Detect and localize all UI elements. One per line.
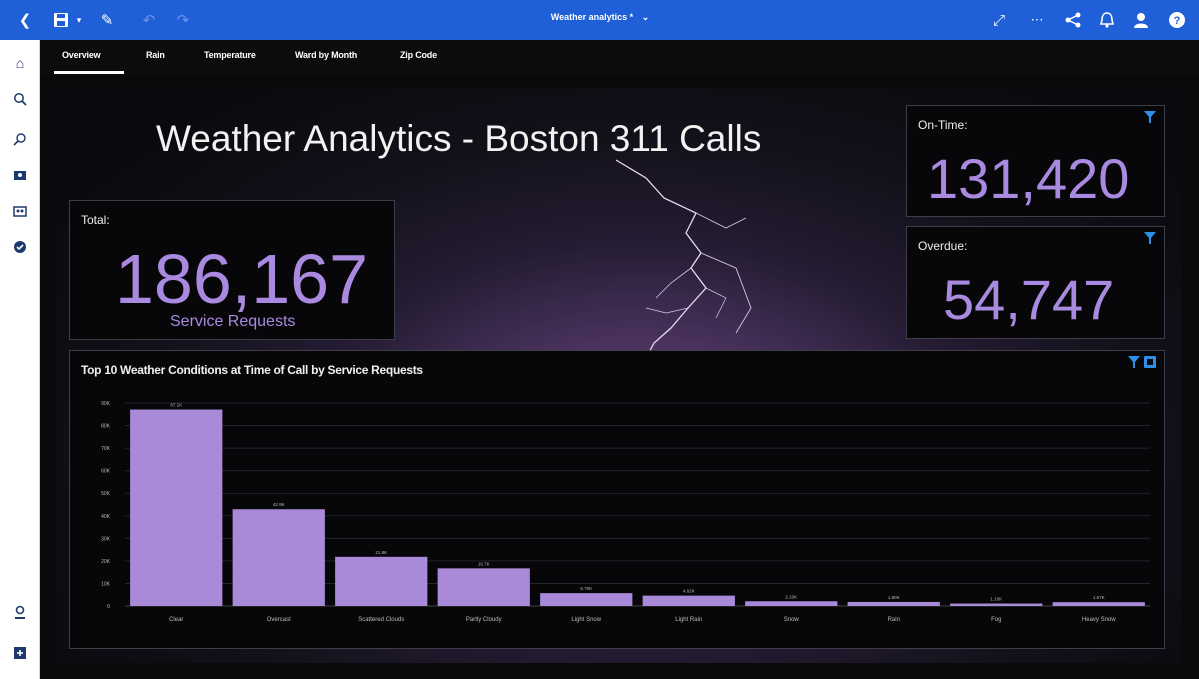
bell-icon[interactable] <box>1096 9 1118 31</box>
bar-value-label: 42.9K <box>273 502 285 507</box>
y-tick-label: 30K <box>101 536 111 542</box>
on-time-label: On-Time: <box>918 118 968 132</box>
bar-clear[interactable] <box>130 409 223 606</box>
on-time-panel[interactable]: On-Time: 131,420 <box>906 105 1165 217</box>
manage-icon[interactable] <box>9 602 31 624</box>
x-category-label: Partly Cloudy <box>466 617 502 623</box>
svg-text:?: ? <box>1174 15 1181 27</box>
team-content-icon[interactable] <box>9 200 31 222</box>
expand-icon[interactable]: ⤢ <box>988 9 1010 31</box>
y-tick-label: 70K <box>101 446 111 452</box>
x-category-label: Snow <box>784 617 800 623</box>
bar-overcast[interactable] <box>232 509 325 606</box>
y-tick-label: 80K <box>101 424 111 430</box>
bar-light-snow[interactable] <box>540 593 633 606</box>
chevron-down-icon[interactable]: ⌄ <box>642 12 650 22</box>
y-tick-label: 60K <box>101 469 111 475</box>
x-category-label: Rain <box>888 617 900 623</box>
undo-icon[interactable]: ↶ <box>138 9 160 31</box>
bar-value-label: 1.80K <box>888 595 900 600</box>
y-tick-label: 0 <box>107 604 110 610</box>
help-icon[interactable]: ? <box>1166 9 1188 31</box>
home-icon[interactable]: ⌂ <box>9 52 31 74</box>
bar-heavy-snow[interactable] <box>1052 602 1145 606</box>
filter-icon[interactable] <box>1144 232 1156 244</box>
user-icon[interactable] <box>1130 9 1152 31</box>
y-tick-label: 50K <box>101 491 111 497</box>
chevron-down-icon[interactable]: ▾ <box>68 9 90 31</box>
dashboard-canvas: Weather Analytics - Boston 311 Calls Tot… <box>56 88 1181 663</box>
y-tick-label: 20K <box>101 559 111 565</box>
bar-value-label: 5.70K <box>580 586 592 591</box>
x-category-label: Heavy Snow <box>1082 617 1116 623</box>
x-category-label: Fog <box>991 617 1001 623</box>
tab-zip-code[interactable]: Zip Code <box>400 50 437 60</box>
bar-value-label: 4.62K <box>683 589 695 594</box>
x-category-label: Light Snow <box>571 617 601 623</box>
bar-partly-cloudy[interactable] <box>437 568 530 606</box>
chart-panel[interactable]: Top 10 Weather Conditions at Time of Cal… <box>69 350 1165 649</box>
pencil-icon[interactable]: ✎ <box>96 9 118 31</box>
collapse-icon[interactable]: ❮ <box>14 9 36 31</box>
tab-rain[interactable]: Rain <box>146 50 165 60</box>
total-panel[interactable]: Total: 186,167 Service Requests <box>69 200 395 340</box>
bar-value-label: 1.10K <box>990 597 1002 602</box>
redo-icon[interactable]: ↷ <box>172 9 194 31</box>
dashboard-title[interactable]: Weather analytics * ⌄ <box>520 12 680 23</box>
bar-rain[interactable] <box>847 601 940 606</box>
dashboard-area: Overview Rain Temperature Ward by Month … <box>40 40 1199 679</box>
total-sub-label: Service Requests <box>170 313 296 330</box>
bar-snow[interactable] <box>745 601 838 606</box>
new-icon[interactable] <box>9 642 31 664</box>
total-value: 186,167 <box>115 240 369 318</box>
search-icon[interactable] <box>9 88 31 110</box>
bar-fog[interactable] <box>950 603 1043 606</box>
y-tick-label: 10K <box>101 581 111 587</box>
filter-icon[interactable] <box>1144 111 1156 123</box>
tab-overview[interactable]: Overview <box>62 50 101 60</box>
y-tick-label: 90K <box>101 401 111 407</box>
overdue-label: Overdue: <box>918 239 968 253</box>
bar-value-label: 21.8K <box>375 550 387 555</box>
tab-temperature[interactable]: Temperature <box>204 50 256 60</box>
total-label: Total: <box>81 213 110 227</box>
lightning-image <box>615 159 752 358</box>
active-tab-indicator <box>54 71 124 74</box>
bar-chart: 90K 80K 70K 60K 50K 40K 30K 20K 10K 0 87.1K Clear 42… <box>101 401 1150 623</box>
overdue-panel[interactable]: Overdue: 54,747 <box>906 226 1165 339</box>
app-header: ❮ ▾ ✎ ↶ ↷ Weather analytics * ⌄ ⤢ ⋯ ? <box>0 0 1199 40</box>
assistant-icon[interactable] <box>9 128 31 150</box>
tab-bar: Overview Rain Temperature Ward by Month … <box>40 40 1199 76</box>
more-icon[interactable]: ⋯ <box>1026 9 1048 31</box>
x-category-label: Overcast <box>267 617 291 623</box>
overdue-value: 54,747 <box>943 268 1115 331</box>
x-category-label: Clear <box>169 617 183 623</box>
my-content-icon[interactable] <box>9 164 31 186</box>
on-time-value: 131,420 <box>927 147 1130 210</box>
share-icon[interactable] <box>1062 9 1084 31</box>
y-tick-label: 40K <box>101 514 111 520</box>
recent-icon[interactable] <box>9 236 31 258</box>
x-category-label: Scattered Clouds <box>358 617 404 623</box>
bar-value-label: 87.1K <box>170 403 182 408</box>
bar-value-label: 16.7K <box>478 561 490 566</box>
bar-scattered-clouds[interactable] <box>335 556 428 606</box>
bar-light-rain[interactable] <box>642 595 735 606</box>
x-category-label: Light Rain <box>675 617 702 623</box>
bar-value-label: 1.67K <box>1093 595 1105 600</box>
sidebar: ⌂ <box>0 40 40 679</box>
bar-value-label: 2.10K <box>785 594 797 599</box>
dashboard-headline: Weather Analytics - Boston 311 Calls <box>156 118 762 159</box>
tab-ward-by-month[interactable]: Ward by Month <box>295 50 357 60</box>
